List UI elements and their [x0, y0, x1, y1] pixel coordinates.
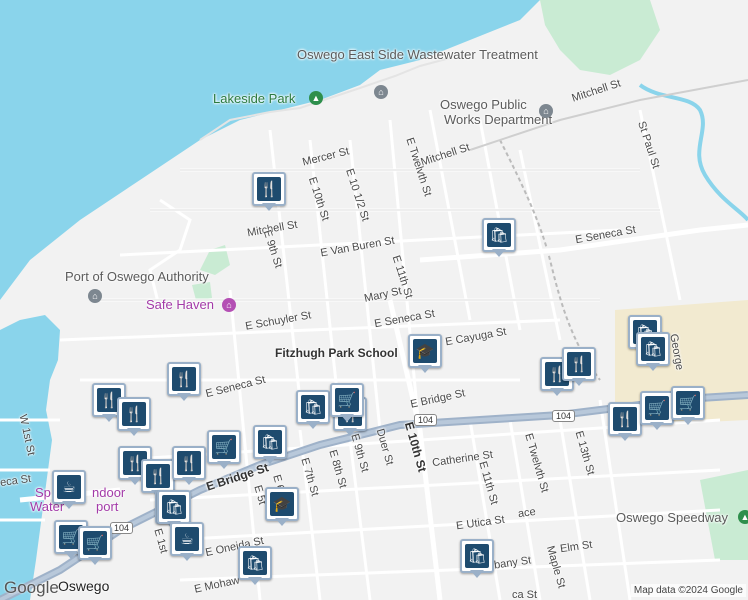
shopping-bag-icon: 🛍 [301, 395, 325, 419]
restaurant-pin[interactable]: 🍴 [608, 402, 642, 442]
speedway-icon[interactable]: ▲ [738, 510, 748, 524]
route-104-shield: 104 [552, 410, 576, 422]
restaurant-icon: 🍴 [177, 451, 201, 475]
cafe-pin[interactable]: ☕ [52, 470, 86, 510]
route-104-shield: 104 [110, 522, 134, 534]
safe-haven-label[interactable]: Safe Haven [146, 298, 214, 312]
restaurant-pin[interactable]: 🍴 [172, 446, 206, 486]
cafe-icon: ☕ [57, 475, 81, 499]
shopping-bag-icon: 🛍 [162, 495, 186, 519]
shopping-bag-pin[interactable]: 🛍 [460, 539, 494, 579]
waterfront-label-part2[interactable]: port [96, 500, 118, 514]
shopping-cart-pin[interactable]: 🛒 [78, 526, 112, 566]
shopping-bag-icon: 🛍 [641, 337, 665, 361]
restaurant-pin[interactable]: 🍴 [117, 397, 151, 437]
restaurant-icon: 🍴 [567, 352, 591, 376]
shopping-bag-icon: 🛍 [487, 223, 511, 247]
restaurant-pin[interactable]: 🍴 [252, 172, 286, 212]
cafe-icon: ☕ [175, 527, 199, 551]
cafe-pin[interactable]: ☕ [170, 522, 204, 562]
restaurant-icon: 🍴 [257, 177, 281, 201]
public-works-label-line1[interactable]: Oswego Public [440, 98, 527, 112]
building-icon[interactable]: ⌂ [88, 289, 102, 303]
school-pin[interactable]: 🎓 [265, 487, 299, 527]
restaurant-pin[interactable]: 🍴 [562, 347, 596, 387]
shopping-bag-pin[interactable]: 🛍 [253, 425, 287, 465]
shopping-cart-icon: 🛒 [335, 388, 359, 412]
shopping-bag-icon: 🛍 [258, 430, 282, 454]
building-icon[interactable]: ⌂ [374, 85, 388, 99]
school-icon: 🎓 [413, 339, 437, 363]
shopping-cart-pin[interactable]: 🛒 [671, 386, 705, 426]
shopping-bag-icon: 🛍 [243, 551, 267, 575]
shopping-cart-icon: 🛒 [676, 391, 700, 415]
lakeside-park-label[interactable]: Lakeside Park [213, 92, 295, 106]
map-attribution[interactable]: Map data ©2024 Google [630, 584, 746, 597]
shopping-cart-pin[interactable]: 🛒 [330, 383, 364, 423]
google-logo[interactable]: Google [4, 578, 59, 598]
museum-icon[interactable]: ⌂ [222, 298, 236, 312]
route-104-shield: 104 [414, 414, 438, 426]
shopping-cart-icon: 🛒 [645, 396, 669, 420]
shopping-bag-pin[interactable]: 🛍 [482, 218, 516, 258]
park-tree-icon[interactable]: ▲ [309, 91, 323, 105]
shopping-bag-pin[interactable]: 🛍 [296, 390, 330, 430]
shopping-cart-icon: 🛒 [83, 531, 107, 555]
restaurant-icon: 🍴 [146, 464, 170, 488]
wastewater-plant-label[interactable]: Oswego East Side Wastewater Treatment [297, 48, 538, 62]
shopping-cart-pin[interactable]: 🛒 [207, 430, 241, 470]
city-label: Oswego [58, 578, 110, 594]
street-label: ca St [512, 589, 538, 600]
school-icon: 🎓 [270, 492, 294, 516]
port-authority-label[interactable]: Port of Oswego Authority [65, 270, 209, 284]
shopping-cart-icon: 🛒 [212, 435, 236, 459]
restaurant-icon: 🍴 [172, 367, 196, 391]
sports-label-part2[interactable]: ndoor [92, 486, 125, 500]
shopping-bag-icon: 🛍 [465, 544, 489, 568]
restaurant-icon: 🍴 [122, 402, 146, 426]
shopping-bag-pin[interactable]: 🛍 [636, 332, 670, 372]
street-label: ace [517, 505, 537, 521]
school-pin[interactable]: 🎓 [408, 334, 442, 374]
restaurant-icon: 🍴 [613, 407, 637, 431]
shopping-bag-pin[interactable]: 🛍 [238, 546, 272, 586]
public-works-label-line2[interactable]: Works Department [444, 113, 552, 127]
restaurant-pin[interactable]: 🍴 [167, 362, 201, 402]
building-icon[interactable]: ⌂ [539, 104, 553, 118]
sports-label-part1[interactable]: Sp [35, 486, 51, 500]
shopping-cart-pin[interactable]: 🛒 [640, 391, 674, 431]
fitzhugh-school-label[interactable]: Fitzhugh Park School [275, 346, 398, 360]
map-canvas[interactable]: Oswego East Side Wastewater Treatment ⌂ … [0, 0, 748, 600]
speedway-label[interactable]: Oswego Speedway [616, 511, 728, 525]
